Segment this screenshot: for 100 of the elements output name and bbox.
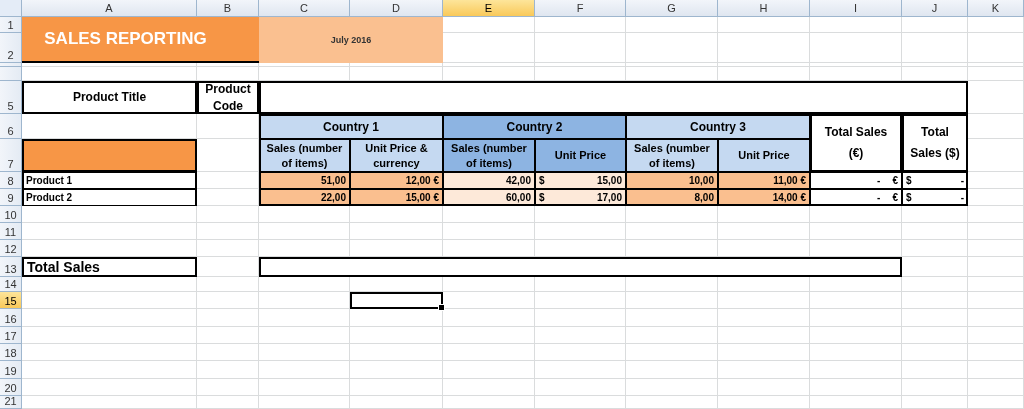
grid-cell[interactable] — [197, 344, 259, 361]
grid-cell[interactable] — [902, 327, 968, 344]
grid-cell[interactable] — [626, 63, 718, 67]
grid-cell[interactable] — [968, 172, 1024, 189]
grid-cell[interactable] — [810, 33, 902, 63]
grid-cell[interactable] — [350, 206, 443, 223]
row-header[interactable]: 8 — [0, 172, 22, 189]
grid-cell[interactable] — [22, 379, 197, 396]
row-header[interactable]: 6 — [0, 114, 22, 139]
grid-cell[interactable] — [443, 206, 535, 223]
grid-cell[interactable] — [443, 396, 535, 409]
grid-cell[interactable] — [968, 240, 1024, 257]
grid-cell[interactable] — [626, 292, 718, 309]
grid-cell[interactable] — [902, 17, 968, 33]
grid-cell[interactable] — [718, 63, 810, 67]
row-header[interactable]: 17 — [0, 327, 22, 344]
grid-cell[interactable] — [968, 33, 1024, 63]
grid-cell[interactable] — [718, 206, 810, 223]
selected-cell[interactable] — [350, 292, 443, 309]
grid-cell[interactable] — [443, 327, 535, 344]
grid-cell[interactable] — [968, 396, 1024, 409]
grid-cell[interactable] — [22, 396, 197, 409]
row-header[interactable]: 5 — [0, 81, 22, 114]
grid-cell[interactable] — [810, 223, 902, 240]
grid-cell[interactable] — [718, 309, 810, 327]
grid-cell[interactable] — [197, 327, 259, 344]
grid-cell[interactable] — [902, 206, 968, 223]
grid-cell[interactable] — [810, 344, 902, 361]
grid-cell[interactable] — [535, 223, 626, 240]
grid-cell[interactable] — [350, 327, 443, 344]
grid-cell[interactable] — [443, 309, 535, 327]
column-header[interactable]: B — [197, 0, 259, 17]
row-header[interactable]: 14 — [0, 277, 22, 292]
grid-cell[interactable] — [718, 223, 810, 240]
grid-cell[interactable] — [22, 309, 197, 327]
row-header[interactable]: 9 — [0, 189, 22, 206]
column-header[interactable]: D — [350, 0, 443, 17]
row-header[interactable]: 2 — [0, 33, 22, 63]
grid-cell[interactable] — [350, 396, 443, 409]
row-header[interactable]: 7 — [0, 139, 22, 172]
grid-cell[interactable] — [350, 223, 443, 240]
grid-cell[interactable] — [968, 292, 1024, 309]
row-header[interactable]: 21 — [0, 396, 22, 409]
grid-cell[interactable] — [350, 361, 443, 379]
column-header[interactable]: A — [22, 0, 197, 17]
grid-cell[interactable] — [22, 344, 197, 361]
grid-cell[interactable] — [443, 379, 535, 396]
grid-cell[interactable] — [197, 361, 259, 379]
grid-cell[interactable] — [902, 379, 968, 396]
grid-cell[interactable] — [810, 206, 902, 223]
select-all-button[interactable] — [0, 0, 22, 17]
grid-cell[interactable] — [197, 396, 259, 409]
column-header[interactable]: F — [535, 0, 626, 17]
grid-cell[interactable] — [535, 396, 626, 409]
grid-cell[interactable] — [197, 223, 259, 240]
grid-cell[interactable] — [810, 17, 902, 33]
grid-cell[interactable] — [968, 361, 1024, 379]
grid-cell[interactable] — [902, 344, 968, 361]
grid-cell[interactable] — [22, 292, 197, 309]
grid-cell[interactable] — [22, 223, 197, 240]
grid-cell[interactable] — [259, 379, 350, 396]
grid-cell[interactable] — [810, 396, 902, 409]
row-header[interactable]: 18 — [0, 344, 22, 361]
grid-cell[interactable] — [718, 379, 810, 396]
grid-cell[interactable] — [443, 361, 535, 379]
row-header[interactable] — [0, 67, 22, 81]
row-header[interactable]: 11 — [0, 223, 22, 240]
grid-cell[interactable] — [259, 327, 350, 344]
grid-cell[interactable] — [902, 63, 968, 67]
row-header[interactable]: 12 — [0, 240, 22, 257]
grid-cell[interactable] — [535, 206, 626, 223]
grid-cell[interactable] — [535, 17, 626, 33]
grid-cell[interactable] — [626, 379, 718, 396]
grid-cell[interactable] — [197, 240, 259, 257]
grid-cell[interactable] — [259, 309, 350, 327]
grid-cell[interactable] — [810, 63, 902, 67]
grid-cell[interactable] — [810, 361, 902, 379]
grid-cell[interactable] — [968, 189, 1024, 206]
grid-cell[interactable] — [259, 223, 350, 240]
grid-cell[interactable] — [718, 33, 810, 63]
grid-cell[interactable] — [197, 379, 259, 396]
grid-cell[interactable] — [902, 292, 968, 309]
row-header[interactable]: 16 — [0, 309, 22, 327]
grid-cell[interactable] — [535, 33, 626, 63]
grid-cell[interactable] — [902, 396, 968, 409]
grid-cell[interactable] — [968, 344, 1024, 361]
grid-cell[interactable] — [902, 33, 968, 63]
grid-cell[interactable] — [968, 309, 1024, 327]
grid-cell[interactable] — [810, 292, 902, 309]
column-header[interactable]: J — [902, 0, 968, 17]
grid-cell[interactable] — [968, 206, 1024, 223]
grid-cell[interactable] — [626, 327, 718, 344]
grid-cell[interactable] — [22, 361, 197, 379]
grid-cell[interactable] — [535, 327, 626, 344]
grid-cell[interactable] — [626, 206, 718, 223]
grid-cell[interactable] — [350, 379, 443, 396]
grid-cell[interactable] — [535, 309, 626, 327]
grid-cell[interactable] — [443, 63, 535, 67]
grid-cell[interactable] — [902, 277, 968, 292]
grid-cell[interactable] — [718, 396, 810, 409]
